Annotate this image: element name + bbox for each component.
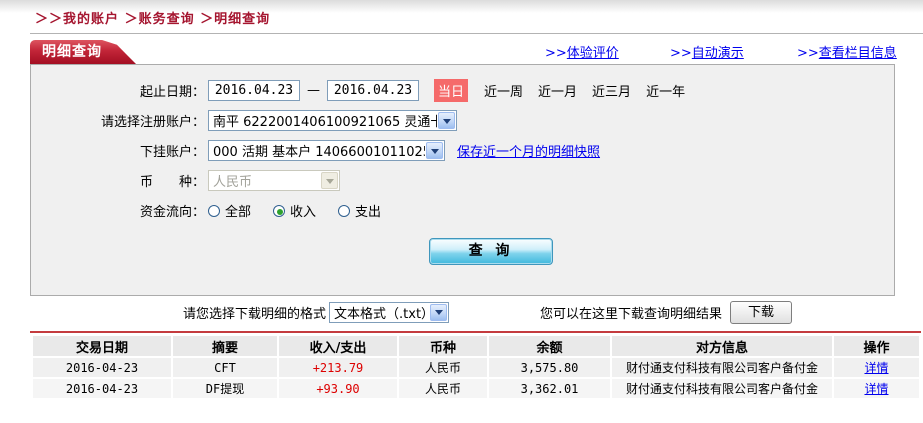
breadcrumb-divider: [30, 33, 923, 34]
link-prefix: >>: [670, 46, 692, 61]
radio-all[interactable]: 全部: [208, 201, 251, 220]
download-format-value: 文本格式（.txt）: [334, 306, 430, 322]
radio-icon: [208, 204, 220, 217]
breadcrumb-prefix: ＞＞: [35, 12, 64, 27]
link-column-info[interactable]: >>查看栏目信息: [797, 42, 897, 61]
link-prefix: >>: [545, 46, 567, 61]
breadcrumb-item-account-query[interactable]: 账务查询: [139, 12, 195, 27]
flow-direction-row: 资金流向： 全部 收入 支出: [31, 199, 894, 222]
sub-account-label: 下挂账户：: [139, 145, 205, 160]
breadcrumb-item-my-account[interactable]: 我的账户: [63, 12, 119, 27]
dropdown-arrow-icon[interactable]: [438, 112, 455, 129]
currency-label: 币 种：: [139, 175, 205, 190]
download-row: 请您选择下载明细的格式 文本格式（.txt） 您可以在这里下载查询明细结果 下载: [30, 300, 923, 324]
range-last-3-months[interactable]: 近三月: [592, 81, 631, 100]
cell-summary: DF提现: [173, 379, 277, 398]
link-label: 体验评价: [566, 46, 619, 61]
cell-balance: 3,575.80: [489, 358, 610, 377]
registered-account-row: 请选择注册账户： 南平 6222001406100921065 灵通卡: [31, 109, 894, 132]
registered-account-select[interactable]: 南平 6222001406100921065 灵通卡: [208, 110, 457, 131]
registered-account-value: 南平 6222001406100921065 灵通卡: [213, 115, 437, 130]
dropdown-arrow-icon[interactable]: [426, 142, 443, 159]
currency-row: 币 种： 人民币: [31, 169, 894, 192]
table-top-divider: [30, 331, 921, 333]
header-links: >>体验评价 >>自动演示 >>查看栏目信息: [0, 42, 923, 61]
cell-counterparty: 财付通支付科技有限公司客户备付金: [612, 358, 832, 377]
query-form-panel: 起止日期： — 当日 近一周 近一月 近三月 近一年 请选择注册账户： 南平 6…: [30, 64, 895, 296]
currency-value: 人民币: [213, 175, 253, 190]
radio-icon: [338, 204, 351, 217]
col-header-counterparty: 对方信息: [612, 336, 832, 356]
download-format-select[interactable]: 文本格式（.txt）: [329, 301, 450, 323]
today-badge[interactable]: 当日: [434, 79, 469, 102]
col-header-balance: 余额: [489, 336, 610, 356]
flow-direction-label: 资金流向：: [139, 205, 205, 220]
radio-label: 全部: [225, 205, 252, 220]
detail-link[interactable]: 详情: [864, 361, 888, 375]
date-to-input[interactable]: [327, 80, 419, 101]
table-row: 2016-04-23 CFT +213.79 人民币 3,575.80 财付通支…: [33, 358, 919, 377]
col-header-action: 操作: [834, 336, 919, 356]
detail-link[interactable]: 详情: [864, 382, 888, 396]
range-last-week[interactable]: 近一周: [484, 81, 523, 100]
breadcrumb-separator: ＞: [124, 12, 139, 27]
sub-account-row: 下挂账户： 000 活期 基本户 1406600101102571848 保存近…: [31, 139, 894, 162]
cell-currency: 人民币: [399, 358, 487, 377]
registered-account-label: 请选择注册账户：: [100, 115, 205, 130]
sub-account-select[interactable]: 000 活期 基本户 1406600101102571848: [208, 140, 445, 161]
flow-radio-group: 全部 收入 支出: [208, 201, 403, 220]
col-header-amount: 收入/支出: [279, 336, 397, 356]
col-header-date: 交易日期: [33, 336, 171, 356]
query-button[interactable]: 查 询: [429, 238, 553, 265]
radio-income[interactable]: 收入: [273, 201, 316, 220]
link-auto-demo[interactable]: >>自动演示: [670, 42, 744, 61]
radio-label: 支出: [355, 205, 382, 220]
cell-date: 2016-04-23: [33, 358, 171, 377]
download-format-label: 请您选择下载明细的格式: [183, 306, 327, 322]
range-last-month[interactable]: 近一月: [538, 81, 577, 100]
date-range-row: 起止日期： — 当日 近一周 近一月 近三月 近一年: [31, 79, 894, 102]
table-row: 2016-04-23 DF提现 +93.90 人民币 3,362.01 财付通支…: [33, 379, 919, 398]
link-prefix: >>: [797, 46, 819, 61]
link-label: 自动演示: [691, 46, 744, 61]
cell-date: 2016-04-23: [33, 379, 171, 398]
dropdown-arrow-icon: [321, 172, 338, 189]
cell-amount: +93.90: [279, 379, 397, 398]
range-last-year[interactable]: 近一年: [646, 81, 685, 100]
sub-account-value: 000 活期 基本户 1406600101102571848: [213, 145, 425, 160]
table-header-row: 交易日期 摘要 收入/支出 币种 余额 对方信息 操作: [33, 336, 919, 356]
col-header-currency: 币种: [399, 336, 487, 356]
date-from-input[interactable]: [208, 80, 300, 101]
cell-summary: CFT: [173, 358, 277, 377]
cell-balance: 3,362.01: [489, 379, 610, 398]
radio-expense[interactable]: 支出: [338, 201, 381, 220]
date-dash: —: [307, 83, 320, 98]
cell-counterparty: 财付通支付科技有限公司客户备付金: [612, 379, 832, 398]
cell-amount: +213.79: [279, 358, 397, 377]
dropdown-arrow-icon[interactable]: [430, 303, 448, 321]
breadcrumb: ＞＞我的账户 ＞账务查询 ＞明细查询: [35, 8, 270, 27]
cell-currency: 人民币: [399, 379, 487, 398]
download-hint: 您可以在这里下载查询明细结果: [540, 306, 723, 322]
link-experience-review[interactable]: >>体验评价: [545, 42, 619, 61]
radio-icon: [273, 204, 286, 217]
date-range-label: 起止日期：: [139, 85, 205, 100]
quick-ranges: 近一周 近一月 近三月 近一年: [484, 81, 685, 100]
radio-label: 收入: [290, 205, 317, 220]
breadcrumb-separator: ＞: [200, 12, 215, 27]
transactions-table: 交易日期 摘要 收入/支出 币种 余额 对方信息 操作 2016-04-23 C…: [31, 334, 921, 400]
breadcrumb-item-detail-query[interactable]: 明细查询: [214, 12, 270, 27]
download-button[interactable]: 下载: [730, 300, 793, 324]
currency-select-disabled: 人民币: [208, 170, 340, 191]
col-header-summary: 摘要: [173, 336, 277, 356]
link-label: 查看栏目信息: [818, 46, 897, 61]
snapshot-link[interactable]: 保存近一个月的明细快照: [457, 141, 600, 160]
